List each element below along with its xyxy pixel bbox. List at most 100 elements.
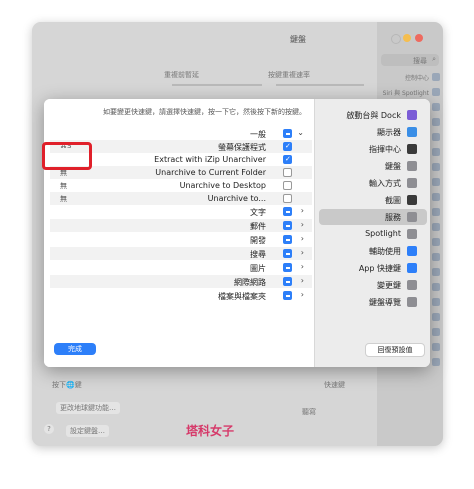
shortcut-checkbox[interactable] xyxy=(283,181,292,190)
repeat-delay-slider[interactable] xyxy=(172,84,262,86)
sidebar-item-icon xyxy=(407,229,417,239)
group-header-general[interactable]: 一般 ⌄ xyxy=(50,127,312,140)
sidebar-item[interactable]: 啟動台與 Dock xyxy=(315,107,430,123)
highlight-box xyxy=(42,142,92,170)
category-row[interactable]: 檔案與檔案夾 › xyxy=(50,289,312,302)
shortcut-label: Unarchive to Current Folder xyxy=(155,168,266,177)
shortcut-key[interactable]: 無 xyxy=(60,181,67,191)
category-label: 網際網路 xyxy=(234,278,266,287)
restore-defaults-button[interactable]: 回復預設值 xyxy=(365,343,425,357)
background-sidebar-item[interactable]: 控制中心 xyxy=(377,70,443,84)
globe-key-value[interactable]: 按下🌐鍵 xyxy=(52,380,82,390)
zoom-dot[interactable] xyxy=(391,34,401,44)
settings-pane-icon xyxy=(432,163,440,171)
shortcut-checkbox[interactable] xyxy=(283,168,292,177)
chevron-right-icon[interactable]: › xyxy=(301,262,304,271)
category-row[interactable]: 郵件 › xyxy=(50,219,312,232)
settings-pane-icon xyxy=(432,103,440,111)
close-dot[interactable] xyxy=(415,34,423,42)
background-sidebar-item-label: Siri 與 Spotlight xyxy=(382,90,429,97)
chevron-right-icon[interactable]: › xyxy=(301,234,304,243)
category-row[interactable]: 網際網路 › xyxy=(50,275,312,288)
shortcut-key[interactable]: 無 xyxy=(60,194,67,204)
category-checkbox[interactable] xyxy=(283,291,292,300)
shortcuts-sidebar: 啟動台與 Dock 顯示器指揮中心鍵盤 輸入方式 截圖 服務 Spotlight 輔助使用 A… xyxy=(314,99,430,367)
category-checkbox[interactable] xyxy=(283,221,292,230)
category-checkbox[interactable] xyxy=(283,249,292,258)
key-repeat-slider[interactable] xyxy=(276,84,364,86)
sidebar-item[interactable]: 輔助使用 xyxy=(315,243,430,259)
sidebar-item[interactable]: 指揮中心 xyxy=(315,141,430,157)
shortcut-label: Extract with iZip Unarchiver xyxy=(154,155,266,164)
chevron-right-icon[interactable]: › xyxy=(301,248,304,257)
search-field[interactable]: 搜尋 ⌕ xyxy=(381,54,439,66)
settings-pane-icon xyxy=(432,253,440,261)
sidebar-item[interactable]: 截圖 xyxy=(315,192,430,208)
settings-pane-icon xyxy=(432,193,440,201)
help-button[interactable]: ? xyxy=(44,424,54,434)
chevron-right-icon[interactable]: › xyxy=(301,290,304,299)
settings-pane-icon xyxy=(432,223,440,231)
sidebar-item-label: 指揮中心 xyxy=(369,145,401,154)
group-checkbox[interactable] xyxy=(283,129,292,138)
search-placeholder: 搜尋 xyxy=(413,57,427,65)
sidebar-item[interactable]: 服務 xyxy=(319,209,427,225)
shortcut-label: 快速鍵 xyxy=(324,381,345,389)
category-label: 搜尋 xyxy=(250,250,266,259)
minimize-dot[interactable] xyxy=(403,34,411,42)
category-label: 郵件 xyxy=(250,222,266,231)
background-sidebar-item[interactable]: Siri 與 Spotlight xyxy=(377,85,443,99)
settings-pane-icon xyxy=(432,88,440,96)
sidebar-item[interactable]: 輸入方式 xyxy=(315,175,430,191)
shortcut-label: 螢幕保護程式 xyxy=(218,143,266,152)
sidebar-item[interactable]: 鍵盤導覽 xyxy=(315,294,430,310)
instruction-text: 如要變更快速鍵，請選擇快速鍵，按一下它，然後按下新的按鍵。 xyxy=(103,108,306,116)
change-globe-key-button[interactable]: 更改地球鍵功能… xyxy=(56,402,120,414)
category-checkbox[interactable] xyxy=(283,207,292,216)
shortcuts-list-panel: 如要變更快速鍵，請選擇快速鍵，按一下它，然後按下新的按鍵。 一般 ⌄ ⌘S 螢幕保… xyxy=(44,99,314,367)
chevron-right-icon[interactable]: › xyxy=(301,206,304,215)
settings-pane-icon xyxy=(432,208,440,216)
sidebar-item[interactable]: App 快捷鍵 xyxy=(315,260,430,276)
sidebar-item-icon xyxy=(407,161,417,171)
chevron-right-icon[interactable]: › xyxy=(301,276,304,285)
chevron-right-icon[interactable]: › xyxy=(301,220,304,229)
sidebar-item-icon xyxy=(407,246,417,256)
category-row[interactable]: 開發 › xyxy=(50,233,312,246)
category-row[interactable]: 搜尋 › xyxy=(50,247,312,260)
sidebar-item-icon xyxy=(407,144,417,154)
watermark-text: 塔科女子 xyxy=(186,424,235,438)
shortcut-checkbox[interactable] xyxy=(283,194,292,203)
sidebar-item-icon xyxy=(407,263,417,273)
search-icon: ⌕ xyxy=(432,55,436,63)
sidebar-item[interactable]: 鍵盤 xyxy=(315,158,430,174)
category-row[interactable]: 圖片 › xyxy=(50,261,312,274)
sidebar-item-label: Spotlight xyxy=(365,229,401,238)
done-button[interactable]: 完成 xyxy=(54,343,96,355)
sidebar-item-icon xyxy=(407,178,417,188)
category-label: 開發 xyxy=(250,236,266,245)
category-checkbox[interactable] xyxy=(283,263,292,272)
category-row[interactable]: 文字 › xyxy=(50,205,312,218)
category-checkbox[interactable] xyxy=(283,235,292,244)
sidebar-item-icon xyxy=(407,195,417,205)
category-checkbox[interactable] xyxy=(283,277,292,286)
sidebar-item-icon xyxy=(407,280,417,290)
chevron-down-icon[interactable]: ⌄ xyxy=(297,128,304,137)
shortcut-checkbox[interactable] xyxy=(283,142,292,151)
set-up-keyboard-button[interactable]: 設定鍵盤… xyxy=(66,425,109,437)
settings-pane-icon xyxy=(432,298,440,306)
sidebar-item[interactable]: 顯示器 xyxy=(315,124,430,140)
group-label: 一般 xyxy=(250,130,266,139)
shortcut-label: Unarchive to... xyxy=(207,194,266,203)
sidebar-item[interactable]: Spotlight xyxy=(315,226,430,242)
settings-pane-icon xyxy=(432,133,440,141)
shortcut-row[interactable]: 無 Unarchive to... xyxy=(50,192,312,205)
shortcut-row[interactable]: 無 Unarchive to Desktop xyxy=(50,179,312,192)
shortcut-label: Unarchive to Desktop xyxy=(179,181,266,190)
sidebar-item-icon xyxy=(407,110,417,120)
shortcut-checkbox[interactable] xyxy=(283,155,292,164)
repeat-delay-label: 重複前暫延 xyxy=(164,71,199,79)
sidebar-item[interactable]: 變更鍵 xyxy=(315,277,430,293)
settings-pane-icon xyxy=(432,238,440,246)
